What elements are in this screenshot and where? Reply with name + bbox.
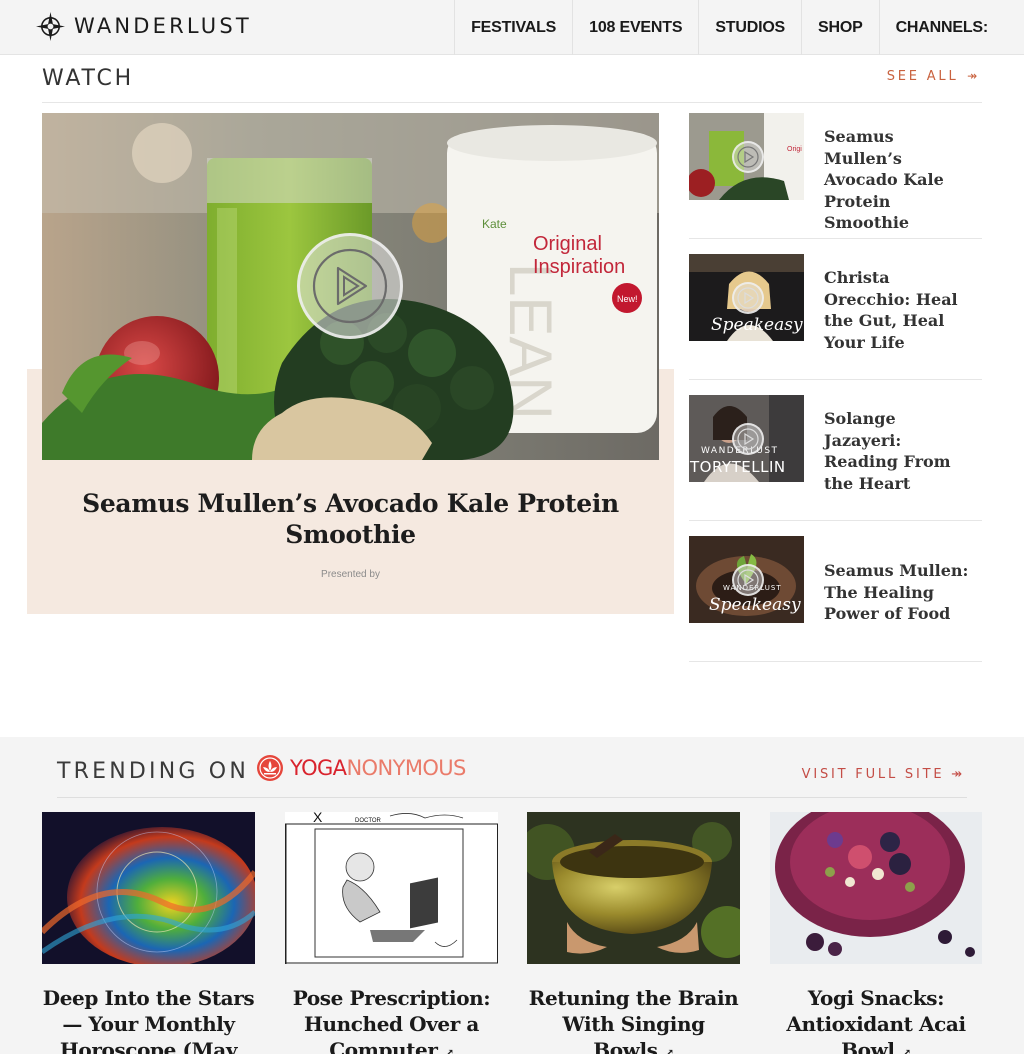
video-title[interactable]: Solange Jazayeri: Reading From the Heart [824,408,974,494]
play-button[interactable] [732,282,764,314]
comic-computer-image: X DOCTOR [285,812,498,964]
external-link-icon: ↗ [901,1046,911,1054]
video-title[interactable]: Seamus Mullen’s Avocado Kale Protein Smo… [824,126,974,234]
trending-header: TRENDING ON YOGANONYMOUS VISIT FULL SITE… [57,753,967,798]
card-title-text: Pose Prescription: Hunched Over a Comput… [292,986,491,1054]
compass-logo-icon [36,11,65,41]
see-all-label: SEE ALL [886,69,959,84]
play-button[interactable] [732,423,764,455]
card-image[interactable] [42,812,255,964]
external-link-icon: ↗ [664,1046,674,1054]
video-list-item[interactable]: Origi Seamus Mullen’s Avocado Kale Prote… [689,98,982,239]
watch-section-header: WATCH SEE ALL ↠ [42,62,982,103]
play-icon [737,569,759,591]
play-button[interactable] [732,564,764,596]
jar-product-line1: Original [533,233,602,255]
external-link-icon: ↗ [444,1046,454,1054]
trending-card[interactable]: Retuning the Brain With Singing Bowls ↗ [527,812,740,1054]
nav-festivals[interactable]: FESTIVALS [454,0,572,55]
watch-title: WATCH [42,66,134,91]
video-thumbnail[interactable]: Speakeasy [689,254,804,341]
video-thumbnail[interactable]: WANDERLUST Speakeasy [689,536,804,623]
card-title[interactable]: Pose Prescription: Hunched Over a Comput… [285,985,498,1054]
trending-card[interactable]: X DOCTOR Pose Prescription: Hunched Over… [285,812,498,1054]
singing-bowl-image [527,812,740,964]
video-thumbnail[interactable]: WANDERLUST TORYTELLIN [689,395,804,482]
thumb-overlay-text: Speakeasy [709,595,801,615]
video-list-item[interactable]: WANDERLUST Speakeasy Seamus Mullen: The … [689,521,982,662]
trending-label: TRENDING ON [57,759,249,784]
featured-video-thumbnail[interactable]: Kate LEAN Original Inspiration New! [42,113,659,460]
presented-by-label: Presented by [321,569,380,580]
arrow-right-icon: ↠ [944,767,965,782]
horoscope-image [42,812,255,964]
play-button[interactable] [732,141,764,173]
jar-product-line2: Inspiration [533,256,625,278]
trending-card[interactable]: Yogi Snacks: Antioxidant Acai Bowl ↗ [770,812,982,1054]
svg-text:Origi: Origi [787,146,802,153]
top-navigation-bar: WANDERLUST FESTIVALS 108 EVENTS STUDIOS … [0,0,1024,55]
video-thumbnail[interactable]: Origi [689,113,804,200]
yoganonymous-name-part1: YOGA [290,756,347,780]
lotus-logo-icon [257,755,283,781]
card-image[interactable] [527,812,740,964]
comic-label-text: DOCTOR [355,818,382,824]
jar-brand-text: Kate [482,217,507,231]
trending-card[interactable]: Deep Into the Stars — Your Monthly Horos… [42,812,255,1054]
visit-full-site-link[interactable]: VISIT FULL SITE ↠ [802,767,965,782]
video-title[interactable]: Seamus Mullen: The Healing Power of Food [824,560,974,625]
play-icon [312,248,388,324]
yoganonymous-logo[interactable]: YOGANONYMOUS [256,754,466,782]
card-title[interactable]: Deep Into the Stars — Your Monthly Horos… [42,985,255,1054]
visit-full-site-label: VISIT FULL SITE [801,767,945,782]
arrow-right-icon: ↠ [960,69,980,83]
play-icon [737,428,759,450]
play-button[interactable] [297,233,403,339]
card-image[interactable]: X DOCTOR [285,812,498,964]
play-icon [737,287,759,309]
featured-video-title[interactable]: Seamus Mullen’s Avocado Kale Protein Smo… [42,488,659,550]
jar-badge-text: New! [617,294,638,304]
nav-studios[interactable]: STUDIOS [698,0,801,55]
thumb-overlay-text: Speakeasy [711,315,803,335]
nav-108-events[interactable]: 108 EVENTS [572,0,698,55]
site-logo[interactable]: WANDERLUST [36,11,252,41]
video-list-item[interactable]: Speakeasy Christa Orecchio: Heal the Gut… [689,239,982,380]
nav-shop[interactable]: SHOP [801,0,879,55]
video-title[interactable]: Christa Orecchio: Heal the Gut, Heal You… [824,267,974,353]
site-name: WANDERLUST [74,14,252,38]
card-image[interactable] [770,812,982,964]
play-icon [737,146,759,168]
yoganonymous-name-part2: NONYMOUS [346,756,466,780]
acai-bowl-image [770,812,982,964]
card-title[interactable]: Yogi Snacks: Antioxidant Acai Bowl ↗ [770,985,982,1054]
video-list-item[interactable]: WANDERLUST TORYTELLIN Solange Jazayeri: … [689,380,982,521]
nav-channels[interactable]: CHANNELS: [878,0,1024,55]
main-nav: FESTIVALS 108 EVENTS STUDIOS SHOP CHANNE… [454,0,1024,55]
comic-mark-text: X [313,812,323,825]
card-title[interactable]: Retuning the Brain With Singing Bowls ↗ [527,985,740,1054]
see-all-link[interactable]: SEE ALL ↠ [887,69,980,84]
card-title-text: Yogi Snacks: Antioxidant Acai Bowl [786,986,966,1054]
card-title-text: Retuning the Brain With Singing Bowls [528,986,739,1054]
thumb-overlay-text: TORYTELLIN [689,458,786,476]
